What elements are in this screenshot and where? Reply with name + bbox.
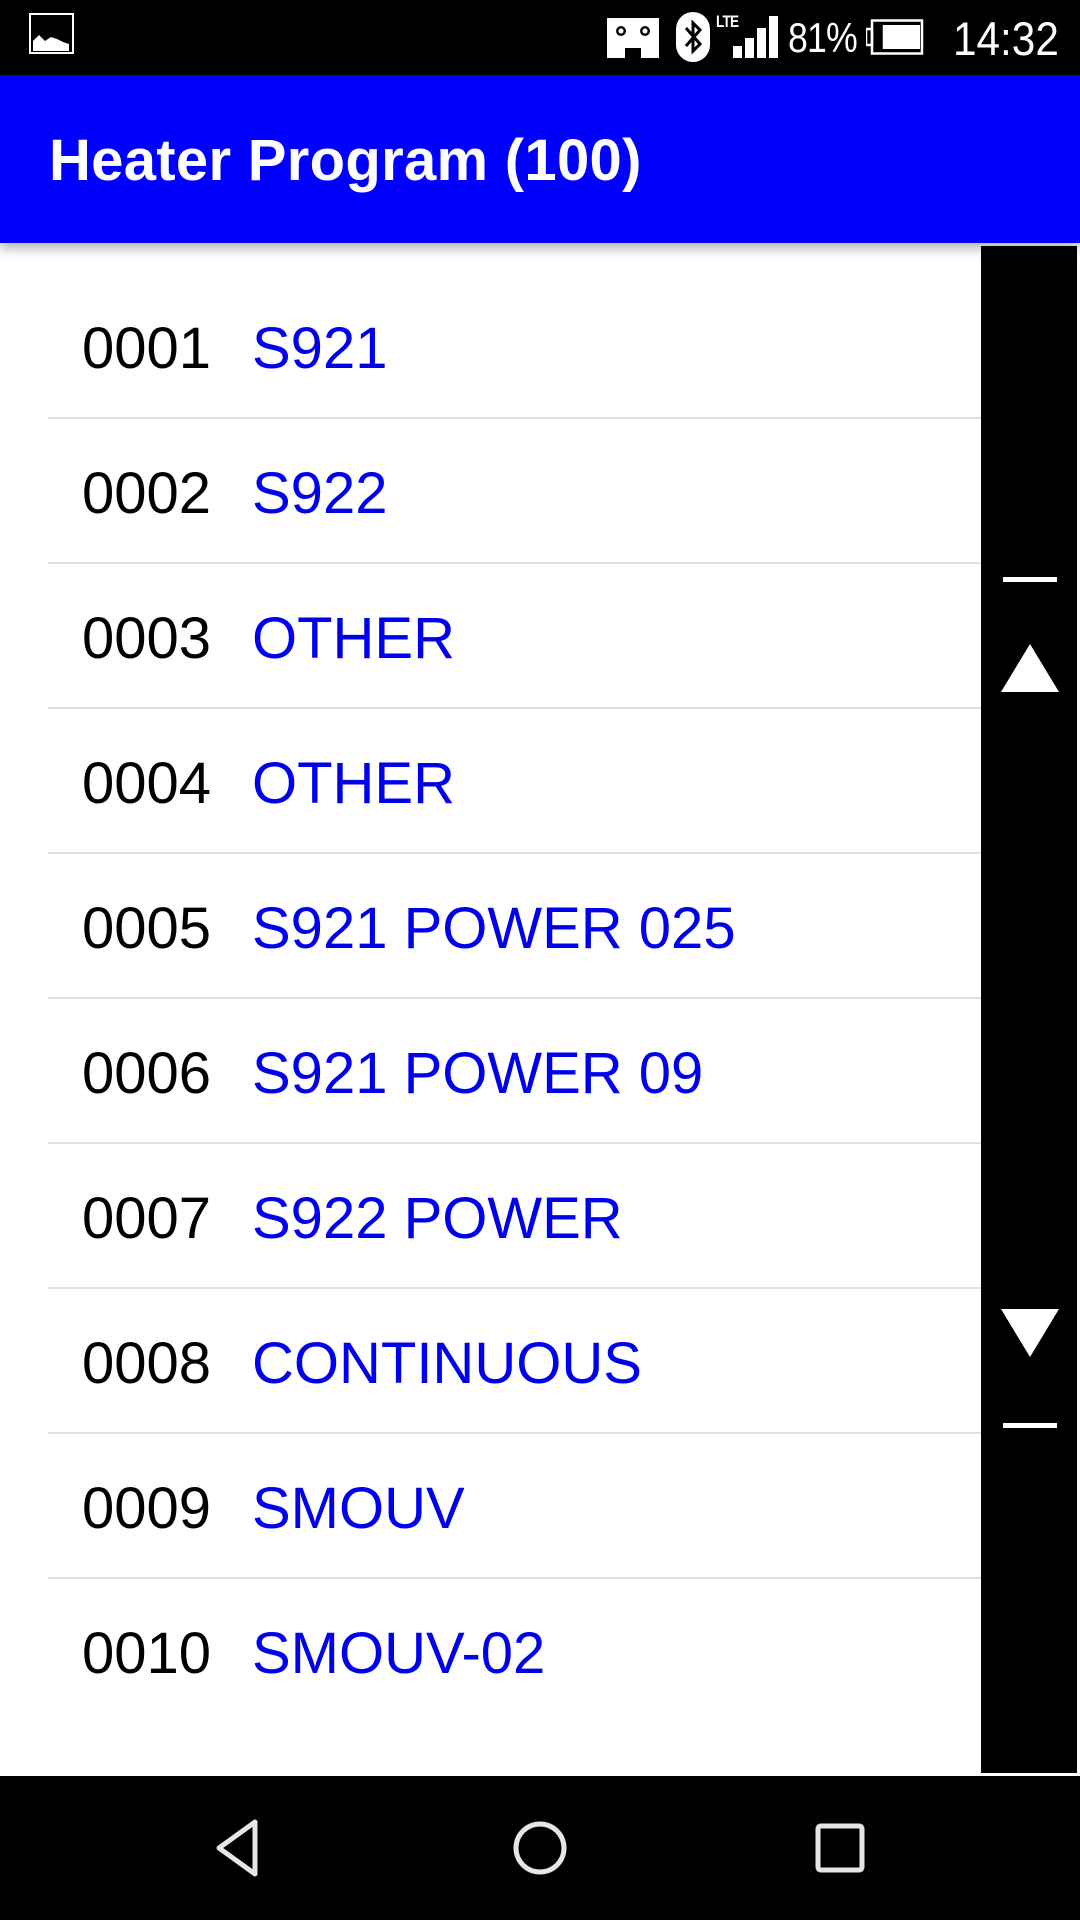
- recents-button[interactable]: [800, 1816, 880, 1880]
- list-item[interactable]: 0010 SMOUV-02: [48, 1579, 981, 1724]
- program-name[interactable]: S921 POWER 025: [252, 900, 736, 958]
- scroll-to-bottom-icon[interactable]: [1003, 1423, 1057, 1428]
- status-bar: LTE 81% 14:32: [0, 0, 1080, 75]
- bluetooth-icon: [676, 12, 710, 67]
- gallery-notification-icon: [29, 13, 74, 54]
- program-number: 0010: [82, 1621, 212, 1686]
- program-number: 0005: [82, 896, 212, 961]
- program-name[interactable]: S922: [252, 465, 387, 523]
- list-item[interactable]: 0001 S921: [48, 274, 981, 419]
- scroll-to-top-icon[interactable]: [1003, 577, 1057, 582]
- program-name[interactable]: SMOUV: [252, 1480, 465, 1538]
- clock: 14:32: [953, 12, 1059, 65]
- program-number: 0008: [82, 1331, 212, 1396]
- home-icon: [513, 1821, 567, 1875]
- list-item[interactable]: 0003 OTHER: [48, 564, 981, 709]
- program-name[interactable]: CONTINUOUS: [252, 1335, 642, 1393]
- navigation-bar: [0, 1776, 1080, 1920]
- list-item[interactable]: 0004 OTHER: [48, 709, 981, 854]
- recents-icon: [815, 1823, 865, 1873]
- list-item[interactable]: 0009 SMOUV: [48, 1434, 981, 1579]
- signal-strength-icon: [733, 16, 779, 63]
- back-button[interactable]: [198, 1816, 278, 1880]
- list-item[interactable]: 0005 S921 POWER 025: [48, 854, 981, 999]
- back-icon: [216, 1819, 258, 1877]
- page-title: Heater Program (100): [49, 128, 642, 193]
- scroll-down-icon[interactable]: [1000, 1307, 1060, 1364]
- program-number: 0002: [82, 461, 212, 526]
- program-number: 0006: [82, 1041, 212, 1106]
- program-name[interactable]: OTHER: [252, 610, 455, 668]
- list-item[interactable]: 0002 S922: [48, 419, 981, 564]
- app-bar: Heater Program (100): [0, 75, 1080, 243]
- list-item[interactable]: 0008 CONTINUOUS: [48, 1289, 981, 1434]
- scroll-up-icon[interactable]: [1000, 642, 1060, 699]
- home-button[interactable]: [500, 1816, 580, 1880]
- battery-percent: 81%: [788, 14, 858, 61]
- program-name[interactable]: S921: [252, 320, 387, 378]
- vr-headset-icon: [607, 18, 659, 63]
- program-name[interactable]: SMOUV-02: [252, 1625, 545, 1683]
- program-number: 0003: [82, 606, 212, 671]
- fast-scrollbar[interactable]: [981, 246, 1077, 1773]
- program-list[interactable]: 0001 S921 0002 S922 0003 OTHER 0004 OTHE…: [0, 243, 981, 1776]
- list-item[interactable]: 0007 S922 POWER: [48, 1144, 981, 1289]
- program-number: 0007: [82, 1186, 212, 1251]
- program-name[interactable]: S922 POWER: [252, 1190, 623, 1248]
- program-number: 0004: [82, 751, 212, 816]
- program-name[interactable]: S921 POWER 09: [252, 1045, 703, 1103]
- list-item[interactable]: 0006 S921 POWER 09: [48, 999, 981, 1144]
- battery-icon: [864, 19, 924, 60]
- program-name[interactable]: OTHER: [252, 755, 455, 813]
- program-number: 0001: [82, 316, 212, 381]
- program-number: 0009: [82, 1476, 212, 1541]
